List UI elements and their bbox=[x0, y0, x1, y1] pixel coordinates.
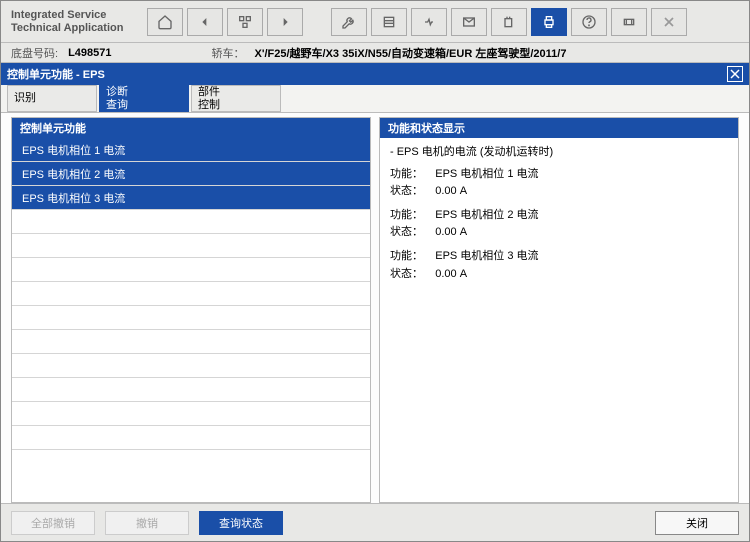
vehicle-label: 轿车： bbox=[212, 45, 245, 61]
stat-label: 状态： bbox=[390, 268, 423, 280]
tabs-row: 识别 诊断 查询 部件 控制 bbox=[1, 85, 749, 113]
tab-identify[interactable]: 识别 bbox=[7, 85, 97, 112]
list-item[interactable] bbox=[12, 330, 370, 354]
list-item-label: EPS 电机相位 3 电流 bbox=[22, 190, 125, 206]
settings-button[interactable] bbox=[611, 8, 647, 36]
chassis-label: 底盘号码: bbox=[11, 45, 58, 61]
list-item[interactable] bbox=[12, 306, 370, 330]
list-item[interactable]: EPS 电机相位 1 电流 bbox=[12, 138, 370, 162]
header: Integrated Service Technical Application bbox=[1, 1, 749, 43]
content: 控制单元功能 EPS 电机相位 1 电流 EPS 电机相位 2 电流 EPS 电… bbox=[1, 113, 749, 503]
stat-label: 状态： bbox=[390, 226, 423, 238]
list-item-label: EPS 电机相位 1 电流 bbox=[22, 142, 125, 158]
info-bar: 底盘号码: L498571 轿车： X'/F25/越野车/X3 35iX/N55… bbox=[1, 43, 749, 63]
list-item[interactable] bbox=[12, 402, 370, 426]
tab-label: 识别 bbox=[14, 92, 36, 104]
right-panel-body: - EPS 电机的电流 (发动机运转时) 功能： EPS 电机相位 1 电流 状… bbox=[380, 138, 738, 502]
list-item[interactable] bbox=[12, 234, 370, 258]
close-app-button[interactable] bbox=[651, 8, 687, 36]
vehicle-value: X'/F25/越野车/X3 35iX/N55/自动变速箱/EUR 左座驾驶型/2… bbox=[255, 45, 567, 61]
home-button[interactable] bbox=[147, 8, 183, 36]
list-item[interactable] bbox=[12, 258, 370, 282]
button-label: 撤销 bbox=[136, 515, 158, 531]
status-entry: 状态： 0.00 A bbox=[390, 224, 728, 242]
help-button[interactable] bbox=[571, 8, 607, 36]
button-label: 查询状态 bbox=[219, 515, 263, 531]
toolbar bbox=[147, 8, 743, 36]
title-line1: Integrated Service bbox=[11, 9, 147, 22]
connector-button[interactable] bbox=[411, 8, 447, 36]
chassis-value: L498571 bbox=[68, 47, 111, 59]
list-item[interactable]: EPS 电机相位 3 电流 bbox=[12, 186, 370, 210]
stat-value: 0.00 A bbox=[435, 226, 467, 238]
print-button[interactable] bbox=[531, 8, 567, 36]
list-item[interactable] bbox=[12, 282, 370, 306]
left-panel-body: EPS 电机相位 1 电流 EPS 电机相位 2 电流 EPS 电机相位 3 电… bbox=[12, 138, 370, 502]
close-section-button[interactable] bbox=[727, 66, 743, 82]
status-heading: - EPS 电机的电流 (发动机运转时) bbox=[390, 144, 728, 162]
app-title: Integrated Service Technical Application bbox=[7, 9, 147, 34]
reset-all-button: 全部撤销 bbox=[11, 511, 95, 535]
list-item[interactable] bbox=[12, 354, 370, 378]
stat-label: 状态： bbox=[390, 185, 423, 197]
status-entry: 功能： EPS 电机相位 2 电流 bbox=[390, 207, 728, 225]
query-status-button[interactable]: 查询状态 bbox=[199, 511, 283, 535]
func-label: 功能： bbox=[390, 168, 423, 180]
func-value: EPS 电机相位 3 电流 bbox=[435, 250, 538, 262]
status-entry: 功能： EPS 电机相位 1 电流 bbox=[390, 166, 728, 184]
list-item[interactable] bbox=[12, 426, 370, 450]
title-line2: Technical Application bbox=[11, 22, 147, 35]
left-panel: 控制单元功能 EPS 电机相位 1 电流 EPS 电机相位 2 电流 EPS 电… bbox=[11, 117, 371, 503]
stat-value: 0.00 A bbox=[435, 268, 467, 280]
stat-value: 0.00 A bbox=[435, 185, 467, 197]
tab-label: 部件 控制 bbox=[198, 86, 220, 110]
list-item[interactable] bbox=[12, 378, 370, 402]
mail-button[interactable] bbox=[451, 8, 487, 36]
func-value: EPS 电机相位 1 电流 bbox=[435, 168, 538, 180]
section-title-bar: 控制单元功能 - EPS bbox=[1, 63, 749, 85]
status-entry: 状态： 0.00 A bbox=[390, 183, 728, 201]
tree-button[interactable] bbox=[227, 8, 263, 36]
footer: 全部撤销 撤销 查询状态 关闭 bbox=[1, 503, 749, 541]
func-label: 功能： bbox=[390, 209, 423, 221]
forward-button[interactable] bbox=[267, 8, 303, 36]
func-value: EPS 电机相位 2 电流 bbox=[435, 209, 538, 221]
list-item[interactable]: EPS 电机相位 2 电流 bbox=[12, 162, 370, 186]
button-label: 全部撤销 bbox=[31, 515, 75, 531]
list-item-label: EPS 电机相位 2 电流 bbox=[22, 166, 125, 182]
button-label: 关闭 bbox=[686, 515, 708, 531]
battery-button[interactable] bbox=[491, 8, 527, 36]
close-button[interactable]: 关闭 bbox=[655, 511, 739, 535]
tab-component[interactable]: 部件 控制 bbox=[191, 85, 281, 112]
app-window: Integrated Service Technical Application… bbox=[0, 0, 750, 542]
func-label: 功能： bbox=[390, 250, 423, 262]
list-button[interactable] bbox=[371, 8, 407, 36]
wrench-button[interactable] bbox=[331, 8, 367, 36]
list-item[interactable] bbox=[12, 210, 370, 234]
back-button[interactable] bbox=[187, 8, 223, 36]
right-panel: 功能和状态显示 - EPS 电机的电流 (发动机运转时) 功能： EPS 电机相… bbox=[379, 117, 739, 503]
tab-diagnosis[interactable]: 诊断 查询 bbox=[99, 85, 189, 112]
tab-label: 诊断 查询 bbox=[106, 86, 128, 110]
status-entry: 状态： 0.00 A bbox=[390, 266, 728, 284]
left-panel-header: 控制单元功能 bbox=[12, 118, 370, 138]
status-entry: 功能： EPS 电机相位 3 电流 bbox=[390, 248, 728, 266]
section-title: 控制单元功能 - EPS bbox=[7, 66, 105, 82]
reset-button: 撤销 bbox=[105, 511, 189, 535]
right-panel-header: 功能和状态显示 bbox=[380, 118, 738, 138]
